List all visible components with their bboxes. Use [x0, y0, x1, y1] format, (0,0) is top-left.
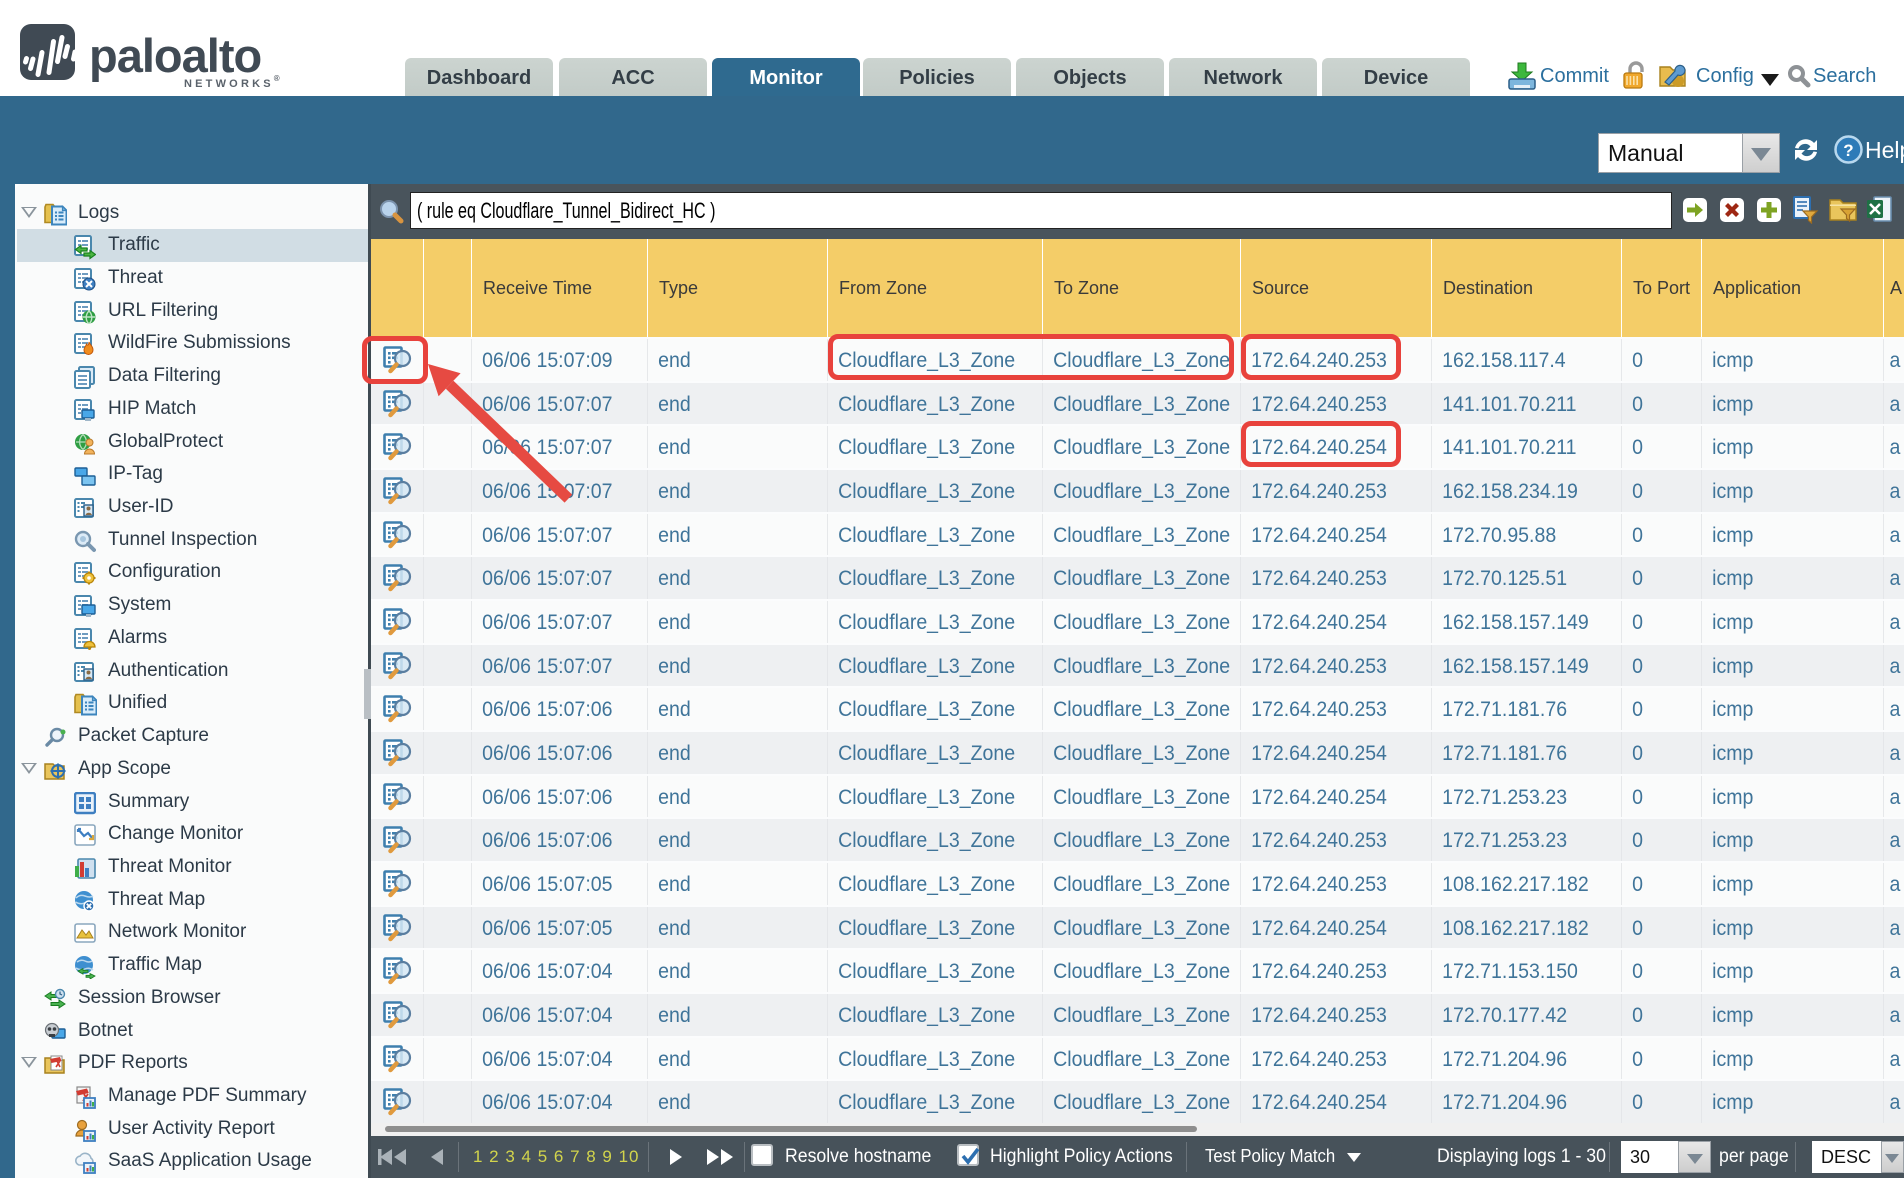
svg-text:?: ?: [1843, 141, 1853, 160]
